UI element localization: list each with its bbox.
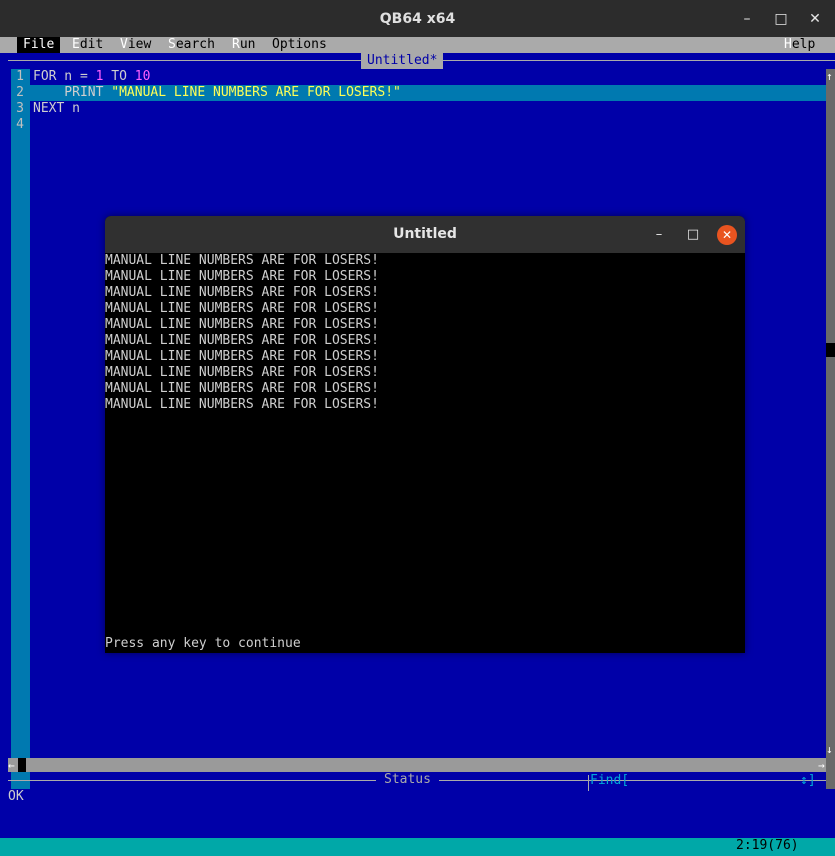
menu-view-hotkey: V — [120, 37, 128, 52]
scroll-up-icon[interactable]: ↑ — [826, 69, 833, 85]
output-line: MANUAL LINE NUMBERS ARE FOR LOSERS! — [105, 381, 379, 396]
output-window[interactable]: Untitled – □ ✕ MANUAL LINE NUMBERS ARE F… — [105, 216, 745, 653]
menu-run-rest: un — [239, 37, 256, 52]
vertical-scroll-thumb[interactable] — [826, 343, 835, 357]
code-line: PRINT "MANUAL LINE NUMBERS ARE FOR LOSER… — [33, 85, 401, 101]
output-line: MANUAL LINE NUMBERS ARE FOR LOSERS! — [105, 269, 379, 284]
menu-search[interactable]: Search — [168, 37, 215, 53]
scroll-left-icon[interactable]: ← — [8, 758, 15, 774]
line-number-gutter — [11, 69, 30, 789]
output-line: MANUAL LINE NUMBERS ARE FOR LOSERS! — [105, 317, 379, 332]
close-icon[interactable]: ✕ — [805, 9, 825, 29]
menu-view-rest: iew — [127, 37, 152, 52]
output-line: MANUAL LINE NUMBERS ARE FOR LOSERS! — [105, 397, 379, 412]
scroll-down-icon[interactable]: ↓ — [826, 742, 833, 758]
code-line: NEXT n — [33, 101, 80, 116]
window-titlebar: QB64 x64 – □ ✕ — [0, 0, 835, 37]
code-for: FOR n = — [33, 69, 96, 84]
code-string: "MANUAL LINE NUMBERS ARE FOR LOSERS!" — [111, 85, 401, 100]
menu-options[interactable]: Options — [272, 37, 327, 53]
menu-view[interactable]: View — [120, 37, 151, 53]
output-console[interactable]: MANUAL LINE NUMBERS ARE FOR LOSERS! MANU… — [105, 253, 745, 653]
output-line: MANUAL LINE NUMBERS ARE FOR LOSERS! — [105, 349, 379, 364]
find-field[interactable]: Find[ — [590, 773, 629, 789]
menu-help-hotkey: H — [784, 37, 792, 52]
menu-help-rest: elp — [791, 37, 816, 52]
menu-edit-hotkey: E — [72, 37, 80, 52]
status-message: OK — [8, 789, 24, 804]
code-line: FOR n = 1 TO 10 — [33, 69, 150, 85]
menu-run[interactable]: Run — [232, 37, 255, 53]
output-line: MANUAL LINE NUMBERS ARE FOR LOSERS! — [105, 253, 379, 268]
menu-search-rest: earch — [175, 37, 215, 52]
menu-help[interactable]: Help — [784, 37, 815, 53]
find-arrows-icon[interactable]: ↕] — [800, 773, 816, 789]
output-maximize-icon[interactable]: □ — [683, 225, 703, 245]
line-number: 1 — [16, 69, 24, 84]
menu-file[interactable]: File — [17, 37, 61, 53]
line-number: 4 — [16, 117, 24, 132]
minimize-icon[interactable]: – — [737, 9, 757, 29]
bottom-status-bar — [0, 838, 835, 856]
menu-search-hotkey: S — [168, 37, 176, 52]
vertical-scrollbar[interactable] — [826, 69, 835, 789]
line-number: 3 — [16, 101, 24, 116]
continue-prompt: Press any key to continue — [105, 636, 301, 651]
status-label: Status — [376, 772, 439, 788]
menu-bar: File Edit View Search Run Options Help — [0, 37, 835, 53]
output-line: MANUAL LINE NUMBERS ARE FOR LOSERS! — [105, 333, 379, 348]
find-separator — [588, 775, 589, 791]
output-line: MANUAL LINE NUMBERS ARE FOR LOSERS! — [105, 365, 379, 380]
output-window-titlebar[interactable]: Untitled – □ ✕ — [105, 216, 745, 253]
output-close-icon[interactable]: ✕ — [717, 225, 737, 245]
horizontal-scroll-thumb[interactable] — [18, 758, 26, 772]
output-line: MANUAL LINE NUMBERS ARE FOR LOSERS! — [105, 301, 379, 316]
editor-tab-title[interactable]: Untitled* — [361, 53, 444, 69]
horizontal-scrollbar[interactable] — [8, 758, 826, 772]
menu-run-hotkey: R — [232, 37, 240, 52]
output-line: MANUAL LINE NUMBERS ARE FOR LOSERS! — [105, 285, 379, 300]
menu-edit-rest: dit — [79, 37, 104, 52]
line-number: 2 — [16, 85, 24, 100]
cursor-position: 2:19(76) — [736, 838, 799, 853]
scroll-right-icon[interactable]: → — [818, 758, 825, 774]
output-minimize-icon[interactable]: – — [649, 225, 669, 245]
window-title: QB64 x64 — [379, 11, 456, 27]
code-to: TO — [103, 69, 135, 84]
code-print: PRINT — [33, 85, 112, 100]
menu-edit[interactable]: Edit — [72, 37, 103, 53]
code-number: 10 — [134, 69, 151, 84]
maximize-icon[interactable]: □ — [771, 9, 791, 29]
